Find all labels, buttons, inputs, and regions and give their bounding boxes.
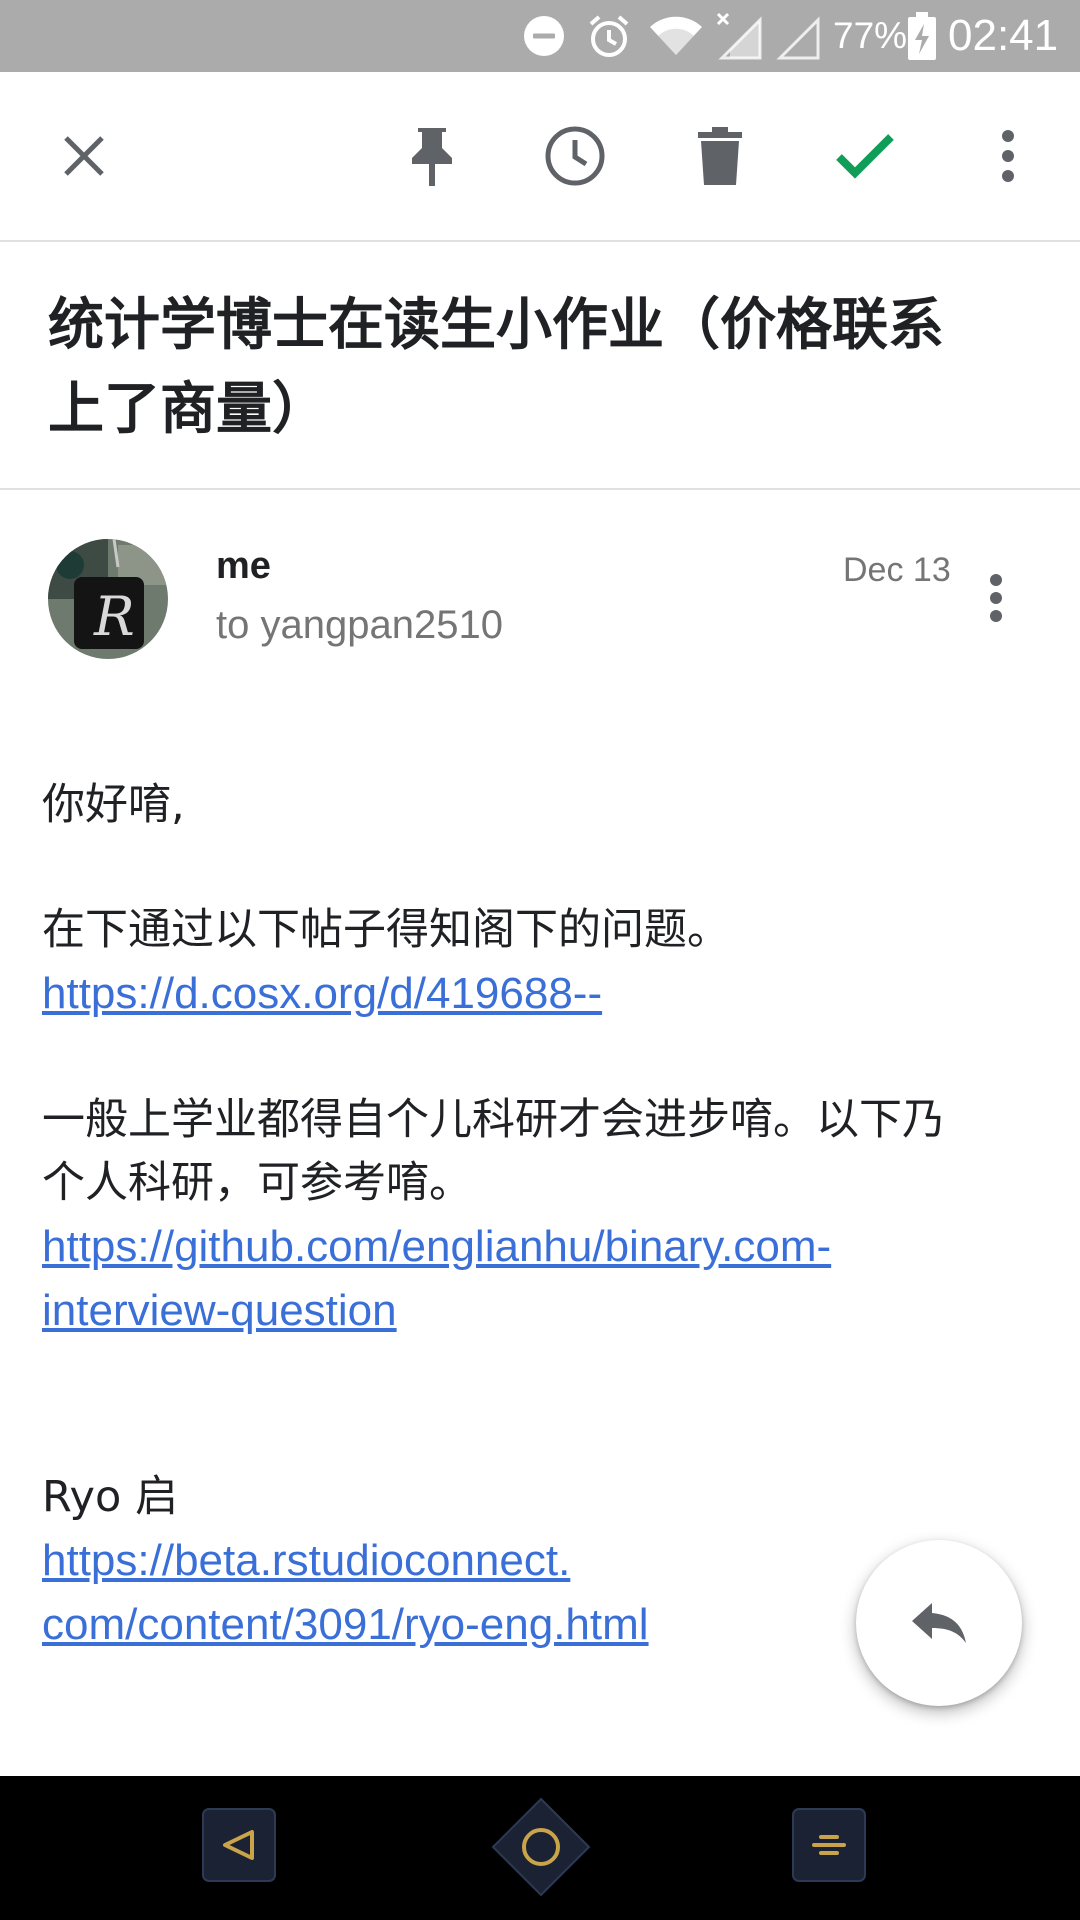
recents-button[interactable] [792, 1808, 866, 1882]
recents-icon [792, 1808, 866, 1882]
snooze-button[interactable] [527, 108, 623, 204]
email-subject: 统计学博士在读生小作业（价格联系 上了商量） [48, 284, 1028, 452]
done-icon [836, 134, 894, 179]
message-more-button[interactable] [968, 566, 1024, 630]
pin-icon [412, 128, 452, 186]
more-options-button[interactable] [960, 108, 1056, 204]
message-toolbar [0, 72, 1080, 242]
battery-charging-icon [908, 0, 936, 72]
delete-button[interactable] [672, 108, 768, 204]
battery-percent: 77% [833, 15, 908, 56]
message-body: 你好唷, [42, 774, 1022, 837]
back-button[interactable] [202, 1808, 276, 1882]
status-bar: 77% 02:41 [0, 0, 1080, 72]
navigation-bar [0, 1776, 1080, 1920]
body-link[interactable]: interview-question [42, 1286, 397, 1335]
body-link[interactable]: https://github.com/englianhu/binary.com- [42, 1222, 831, 1271]
message-date: Dec 13 [843, 551, 951, 589]
more-vert-icon [990, 574, 1002, 622]
body-link[interactable]: https://d.cosx.org/d/419688-- [42, 969, 602, 1018]
subject-line-1: 统计学博士在读生小作业（价格联系 [48, 293, 944, 358]
reply-button[interactable] [856, 1540, 1022, 1706]
body-paragraph: 个人科研，可参考唷。 [42, 1158, 472, 1208]
sender-name: me [216, 545, 271, 587]
signature-link[interactable]: com/content/3091/ryo-eng.html [42, 1600, 649, 1649]
signature-name: Ryo 启 [42, 1472, 178, 1522]
wifi-icon [648, 0, 704, 72]
back-icon [202, 1808, 276, 1882]
more-vert-icon [1002, 130, 1014, 182]
clock: 02:41 [948, 11, 1059, 60]
home-icon [491, 1797, 591, 1897]
reply-icon [912, 1603, 966, 1643]
snooze-icon [545, 126, 605, 186]
close-icon [64, 136, 104, 176]
body-greeting: 你好唷, [42, 780, 185, 830]
mark-done-button[interactable] [817, 108, 913, 204]
svg-text:R: R [93, 585, 135, 648]
divider [0, 488, 1080, 490]
signature-link[interactable]: https://beta.rstudioconnect. [42, 1536, 570, 1585]
body-paragraph: 在下通过以下帖子得知阁下的问题。 [42, 905, 730, 955]
avatar[interactable]: R [48, 539, 168, 659]
gmail-message-screen: 77% 02:41 统计学博士在读生小作业（价格联系 上了商量） R me to… [0, 0, 1080, 1920]
do-not-disturb-icon [522, 0, 566, 72]
signal-icon [776, 0, 822, 72]
subject-line-2: 上了商量） [48, 377, 328, 442]
no-signal-icon [716, 0, 762, 72]
recipient-details[interactable]: to yangpan2510 [216, 603, 503, 648]
close-button[interactable] [36, 108, 132, 204]
home-button[interactable] [490, 1796, 592, 1898]
delete-icon [698, 127, 742, 185]
alarm-icon [585, 0, 633, 72]
pin-button[interactable] [384, 108, 480, 204]
body-paragraph: 一般上学业都得自个儿科研才会进步唷。以下乃 [42, 1095, 945, 1145]
